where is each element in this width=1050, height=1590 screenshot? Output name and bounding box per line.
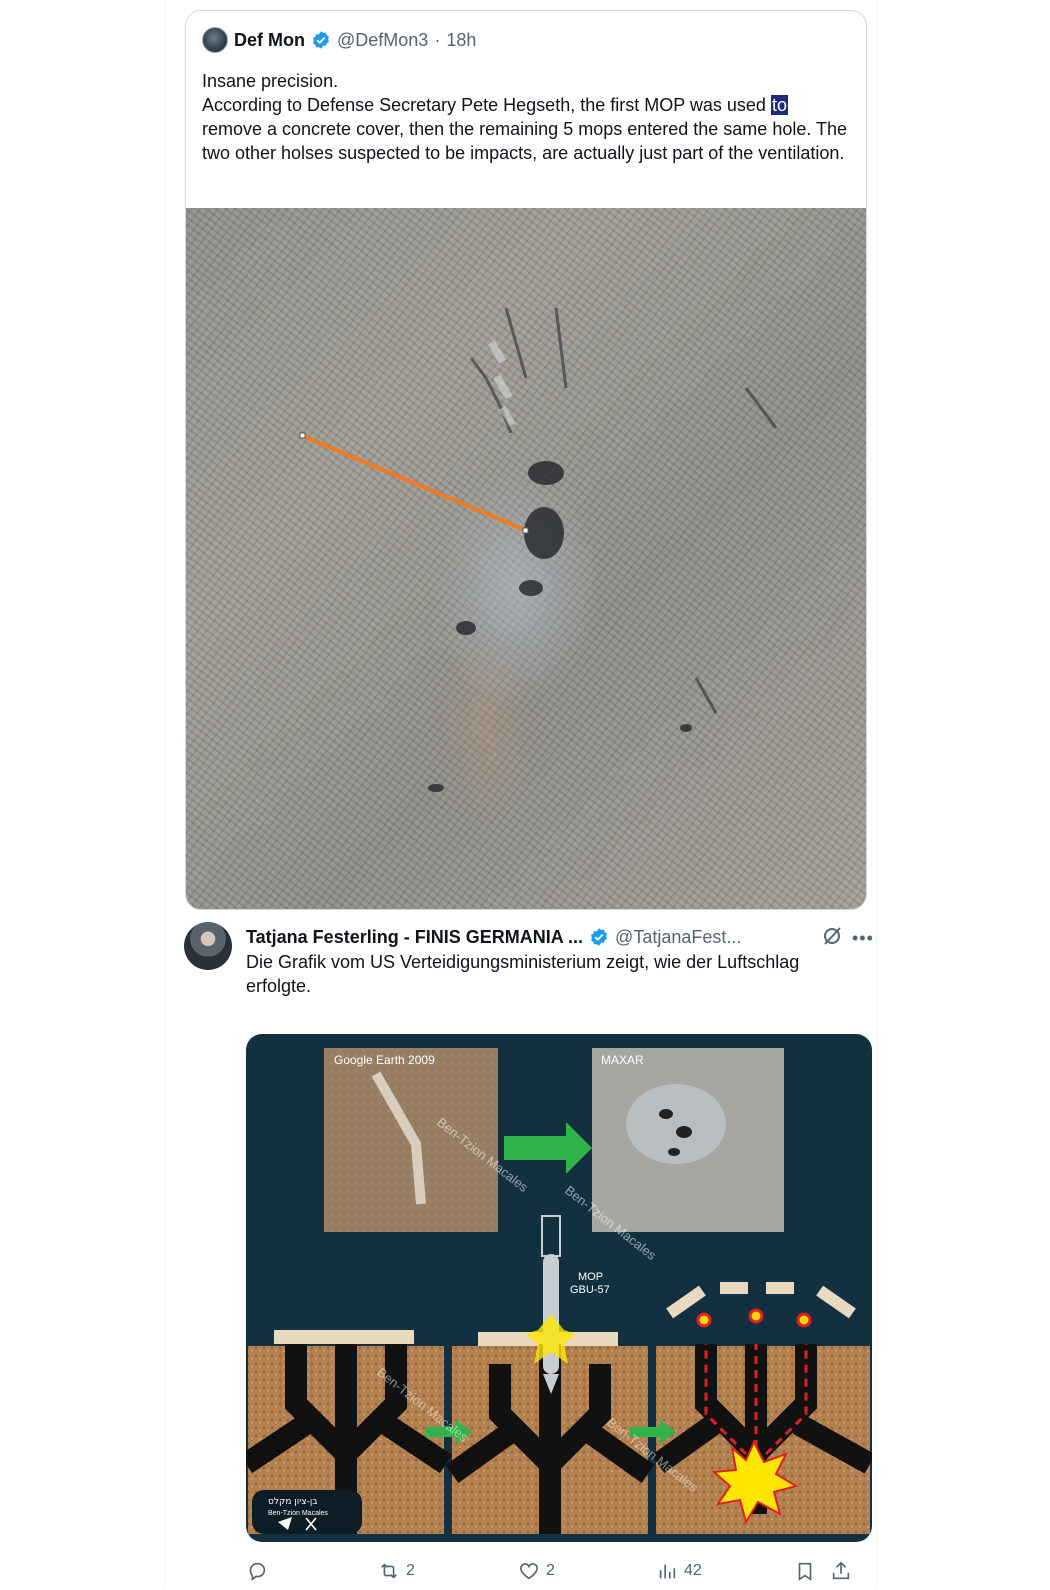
tweet-action-bar: 2 2 42 — [246, 1560, 866, 1590]
infographic-drawing: Google Earth 2009 MAXAR MOP GBU-57 Ben-T… — [246, 1048, 872, 1534]
tweet-time[interactable]: 18h — [446, 30, 476, 51]
quoted-tweet-card[interactable]: Def Mon @DefMon3 · 18h Insane precision.… — [185, 10, 867, 910]
share-icon — [832, 1561, 850, 1580]
like-button[interactable]: 2 — [518, 1560, 555, 1582]
views-icon — [659, 1564, 676, 1579]
tweet-text-part: According to Defense Secretary Pete Hegs… — [202, 95, 771, 115]
reply-tweet-text: Die Grafik vom US Verteidigungsministeri… — [246, 952, 800, 996]
verified-badge-icon — [591, 928, 607, 946]
retweet-button[interactable]: 2 — [378, 1560, 415, 1582]
author-name[interactable]: Tatjana Festerling - FINIS GERMANIA ... — [246, 927, 583, 948]
share-button[interactable] — [830, 1560, 852, 1582]
reply-tweet-header: Tatjana Festerling - FINIS GERMANIA ... … — [246, 924, 856, 950]
corner-badge-hebrew: בן-ציון מקלס — [268, 1497, 317, 1507]
views-button[interactable]: 42 — [656, 1560, 702, 1582]
reply-icon — [249, 1562, 266, 1581]
bookmark-icon — [798, 1562, 812, 1581]
author-name[interactable]: Def Mon — [234, 30, 305, 51]
grok-icon[interactable] — [820, 924, 844, 948]
satellite-image[interactable] — [186, 208, 866, 909]
text-selection-highlight: to — [770, 95, 788, 115]
quoted-tweet-text: Insane precision. According to Defense S… — [202, 69, 852, 165]
corner-badge-name: Ben-Tzion Macales — [268, 1510, 328, 1517]
right-photo-label: MAXAR — [601, 1053, 644, 1067]
quoted-tweet-header: Def Mon @DefMon3 · 18h — [202, 27, 476, 53]
tweet-text-body: According to Defense Secretary Pete Hegs… — [202, 93, 852, 165]
more-options-icon[interactable]: ••• — [852, 929, 874, 947]
heart-icon — [519, 1563, 539, 1580]
tweet-text-part: remove a concrete cover, then the remain… — [202, 119, 848, 163]
infographic-image[interactable]: Google Earth 2009 MAXAR MOP GBU-57 Ben-T… — [246, 1034, 872, 1542]
like-count: 2 — [546, 1562, 555, 1579]
bomb-label: MOP — [578, 1271, 603, 1283]
retweet-icon — [381, 1563, 397, 1579]
verified-badge-icon — [313, 31, 329, 49]
avatar[interactable] — [184, 922, 232, 970]
author-handle[interactable]: @TatjanaFest... — [615, 927, 741, 948]
measure-line — [302, 434, 526, 532]
left-photo-label: Google Earth 2009 — [334, 1053, 435, 1067]
tweet-text-line: Insane precision. — [202, 71, 339, 91]
reply-button[interactable] — [246, 1560, 274, 1582]
bookmark-button[interactable] — [794, 1560, 816, 1582]
satellite-image-drawing — [299, 307, 778, 792]
avatar[interactable] — [202, 27, 228, 53]
separator-dot: · — [434, 29, 441, 50]
views-count: 42 — [684, 1562, 702, 1579]
retweet-count: 2 — [406, 1562, 415, 1579]
bomb-label: GBU-57 — [570, 1284, 610, 1296]
author-handle[interactable]: @DefMon3 — [337, 30, 428, 51]
